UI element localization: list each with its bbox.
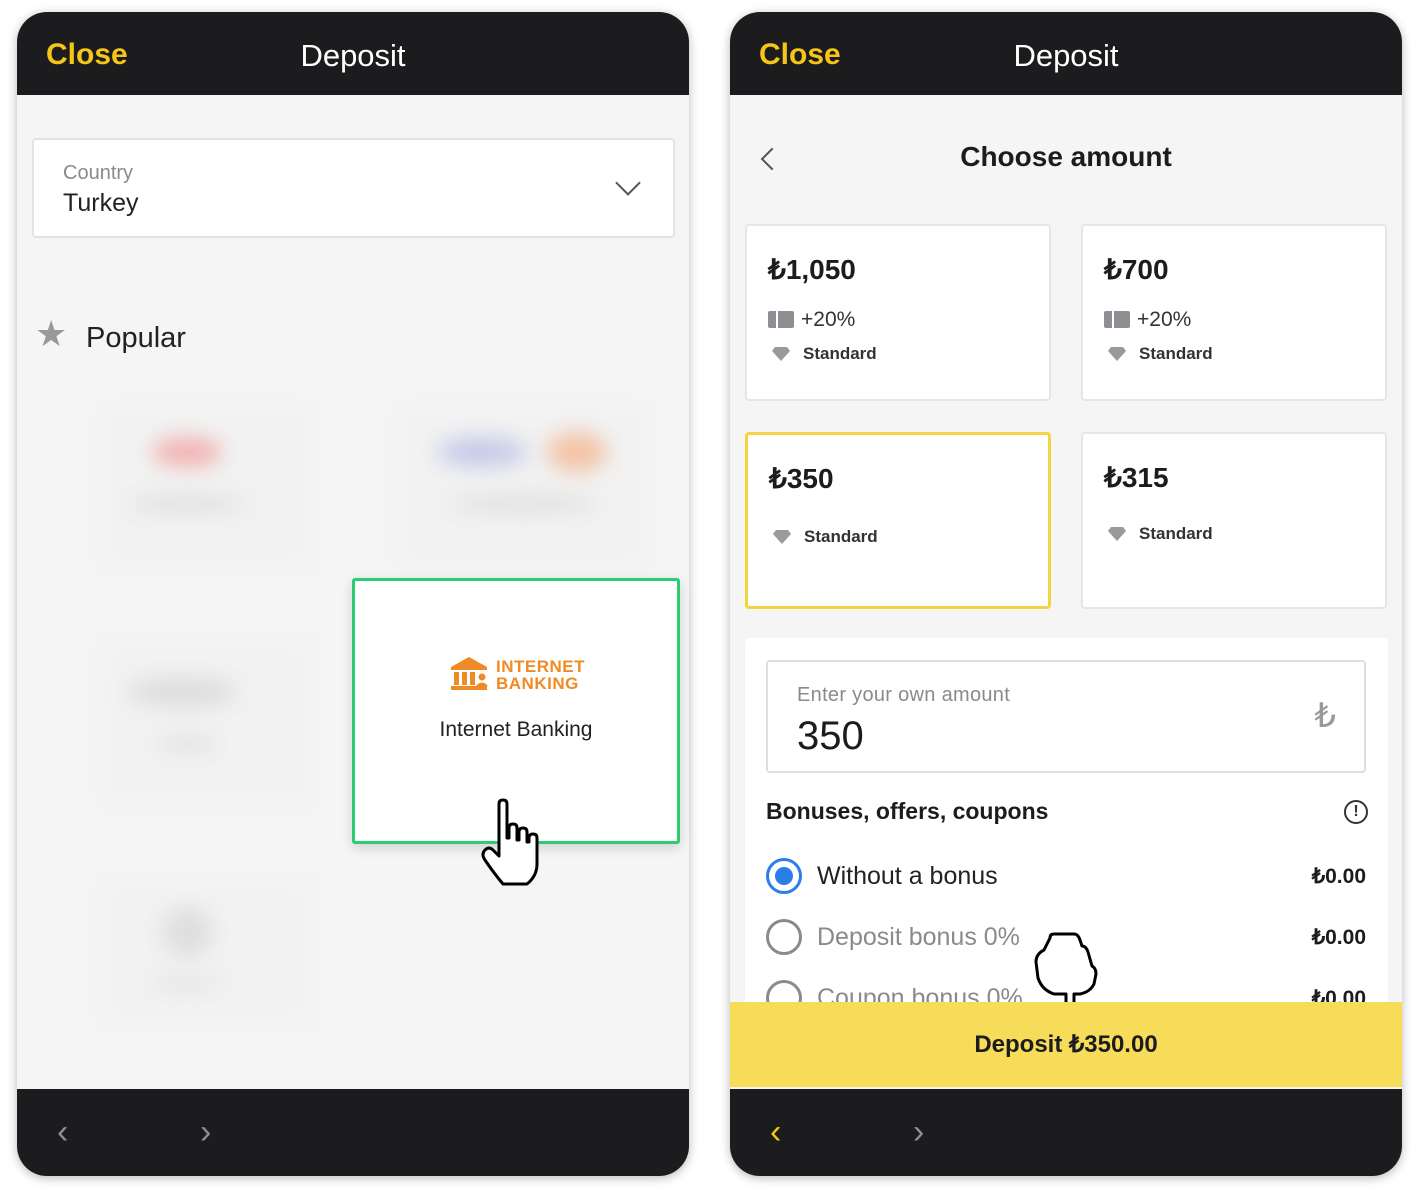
own-amount-input[interactable]: Enter your own amount 350 ₺ (766, 660, 1366, 773)
payment-method-tile-blurred[interactable] (102, 642, 312, 802)
radio-button[interactable] (766, 919, 802, 955)
blurred-text (447, 497, 597, 511)
amount-option-card[interactable]: ₺1,050 +20% Standard (745, 224, 1051, 401)
blurred-text (157, 737, 217, 751)
blurred-logo (437, 437, 527, 467)
sub-header: Choose amount (730, 95, 1402, 223)
back-nav-button[interactable]: ‹ (57, 1115, 68, 1149)
blurred-logo (547, 432, 607, 472)
hand-cursor-icon (481, 798, 539, 886)
bonuses-title: Bonuses, offers, coupons (766, 798, 1049, 824)
tier-label: Standard (803, 344, 877, 363)
blurred-logo (152, 437, 222, 467)
bonus-option[interactable]: Without a bonus ₺0.00 (766, 858, 1366, 898)
forward-nav-button[interactable]: › (200, 1115, 211, 1149)
payment-method-tile-blurred[interactable] (102, 882, 312, 1022)
payment-method-tile-blurred[interactable] (102, 407, 312, 567)
ticket-icon (1104, 311, 1130, 328)
bonus-option-amount: ₺0.00 (1311, 865, 1366, 888)
amount-value: ₺315 (1104, 462, 1169, 493)
ticket-icon (768, 311, 794, 328)
tier-label: Standard (1139, 524, 1213, 543)
payment-method-tile-blurred[interactable] (397, 407, 647, 567)
diamond-icon (1108, 347, 1126, 361)
top-bar: Close Deposit (17, 12, 689, 95)
blurred-text (127, 497, 247, 511)
top-bar: Close Deposit (730, 12, 1402, 95)
deposit-button-label: Deposit ₺350.00 (974, 1031, 1158, 1058)
tier-label: Standard (804, 527, 878, 546)
section-title: Popular (86, 322, 186, 354)
star-icon: ★ (35, 313, 68, 354)
bank-icon (451, 657, 488, 690)
own-amount-value: 350 (797, 714, 864, 758)
bottom-nav-bar: ‹ › (17, 1089, 689, 1176)
bonus-percent: +20% (1137, 308, 1192, 331)
own-amount-label: Enter your own amount (797, 684, 1011, 706)
amount-value: ₺1,050 (768, 254, 856, 285)
bonus-option-label: Deposit bonus 0% (817, 923, 1020, 951)
blurred-logo (127, 677, 237, 707)
chevron-down-icon (615, 170, 641, 196)
info-icon[interactable]: ! (1344, 800, 1368, 824)
forward-nav-button[interactable]: › (913, 1115, 924, 1149)
phone-screen-choose-amount: Close Deposit Choose amount ₺1,050 +20% … (730, 12, 1402, 1176)
diamond-icon (772, 347, 790, 361)
bonus-percent: +20% (801, 308, 856, 331)
page-title: Deposit (1013, 38, 1119, 73)
back-nav-button[interactable]: ‹ (770, 1115, 781, 1149)
bonus-option-amount: ₺0.00 (1311, 926, 1366, 949)
amount-option-card[interactable]: ₺315 Standard (1081, 432, 1387, 609)
bottom-nav-bar: ‹ › (730, 1089, 1402, 1176)
logo-text-line1: INTERNET (496, 657, 585, 676)
blurred-logo (162, 907, 212, 957)
blurred-text (152, 977, 222, 989)
country-label: Country (63, 162, 134, 184)
bonus-option-label: Without a bonus (817, 862, 998, 890)
diamond-icon (773, 530, 791, 544)
method-name: Internet Banking (439, 718, 593, 741)
tier-label: Standard (1139, 344, 1213, 363)
logo-text-line2: BANKING (496, 674, 579, 693)
phone-screen-country-select: Close Deposit Country Turkey ★ Popular I… (17, 12, 689, 1176)
lira-icon: ₺ (1314, 697, 1336, 735)
section-title: Choose amount (960, 141, 1172, 172)
country-value: Turkey (63, 189, 139, 217)
amount-value: ₺700 (1104, 254, 1169, 285)
deposit-button[interactable]: Deposit ₺350.00 (730, 1002, 1402, 1087)
country-select[interactable]: Country Turkey (32, 138, 675, 238)
diamond-icon (1108, 527, 1126, 541)
internet-banking-logo: INTERNET BANKING (449, 655, 599, 695)
radio-button[interactable] (766, 858, 802, 894)
amount-option-card-selected[interactable]: ₺350 Standard (745, 432, 1051, 609)
page-title: Deposit (300, 38, 406, 73)
amount-option-card[interactable]: ₺700 +20% Standard (1081, 224, 1387, 401)
amount-value: ₺350 (769, 463, 834, 494)
